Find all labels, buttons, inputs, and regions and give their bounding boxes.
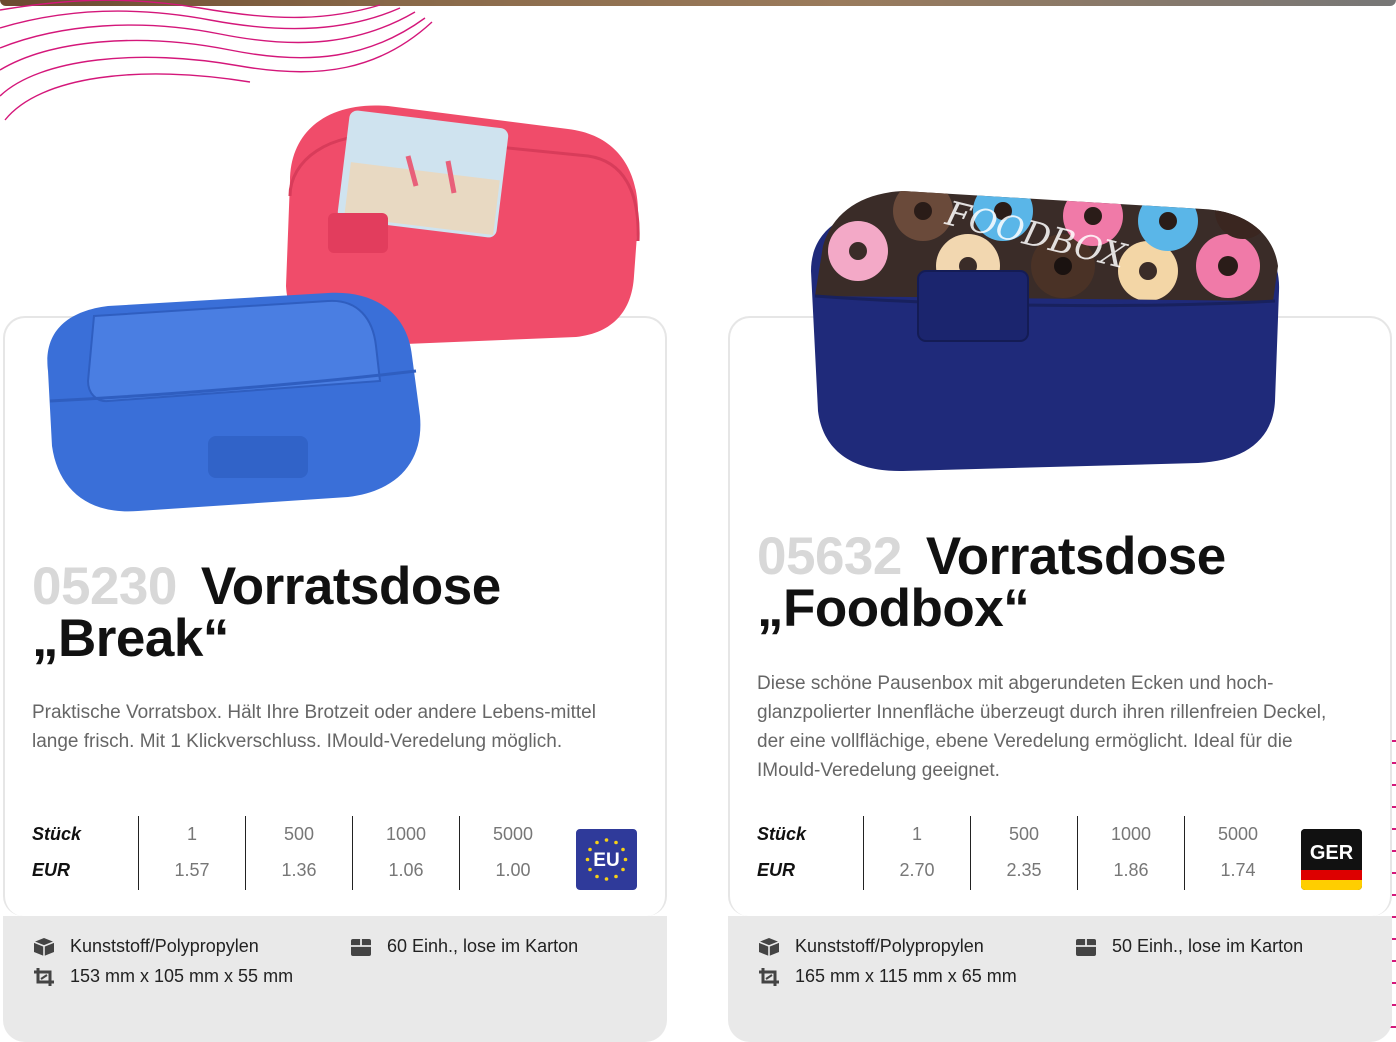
packaging-text: 60 Einh., lose im Karton xyxy=(387,936,579,956)
box-3d-icon xyxy=(757,937,781,957)
package-icon xyxy=(349,937,373,957)
product-image-foodbox: FOODBOX xyxy=(811,191,1280,472)
product-description: Diese schöne Pausenbox mit abgerundeten … xyxy=(757,673,1327,781)
price-column: 1 2.70 xyxy=(863,816,970,890)
price-column: 1000 1.06 xyxy=(352,816,459,890)
product-title: 05230 Vorratsdose „Break“ xyxy=(32,560,501,668)
quantity-value: 5000 xyxy=(1217,824,1259,844)
product-name-line2: „Break“ xyxy=(32,609,229,668)
material-text: Kunststoff/Polypropylen xyxy=(70,936,259,956)
product-card-05230: 05230 Vorratsdose „Break“ Praktische Vorr… xyxy=(3,105,667,1042)
price-column: 5000 1.74 xyxy=(1184,816,1291,890)
german-flag-icon: GER xyxy=(1301,829,1362,890)
product-title: 05632 Vorratsdose „Foodbox“ xyxy=(757,530,1226,638)
quantity-value: 500 xyxy=(1008,824,1040,844)
packaging-info: 50 Einh., lose im Karton xyxy=(1074,936,1303,957)
qty-label: Stück xyxy=(32,824,82,844)
qty-label: Stück xyxy=(757,824,807,844)
quantity-value: 5000 xyxy=(492,824,534,844)
dimensions-info: 165 mm x 115 mm x 65 mm xyxy=(757,966,1017,987)
quantity-value: 1000 xyxy=(385,824,427,844)
product-card-05632: FOODBOX 05632 Vorratsdose „Foodbox“ Diese… xyxy=(728,191,1392,1042)
price-value: 1.06 xyxy=(388,860,424,880)
price-value: 1.57 xyxy=(174,860,210,880)
dimensions-text: 165 mm x 115 mm x 65 mm xyxy=(795,966,1017,986)
product-number: 05632 xyxy=(757,527,902,586)
price-column: 1 1.57 xyxy=(138,816,245,890)
product-name-line1: Vorratsdose xyxy=(925,527,1226,586)
product-description: Praktische Vorratsbox. Hält Ihre Brotzei… xyxy=(32,702,596,752)
price-value: 1.86 xyxy=(1113,860,1149,880)
package-icon xyxy=(1074,937,1098,957)
price-value: 1.74 xyxy=(1220,860,1256,880)
packaging-info: 60 Einh., lose im Karton xyxy=(349,936,578,957)
product-name-line1: Vorratsdose xyxy=(200,557,501,616)
material-text: Kunststoff/Polypropylen xyxy=(795,936,984,956)
currency-label: EUR xyxy=(32,860,71,880)
price-value: 2.70 xyxy=(899,860,935,880)
product-number: 05230 xyxy=(32,557,177,616)
product-image-break xyxy=(47,105,640,512)
origin-badge-text: GER xyxy=(1310,842,1354,864)
material-info: Kunststoff/Polypropylen xyxy=(32,936,259,957)
price-column: 1000 1.86 xyxy=(1077,816,1184,890)
price-value: 2.35 xyxy=(1006,860,1042,880)
dimensions-text: 153 mm x 105 mm x 55 mm xyxy=(70,966,294,986)
currency-label: EUR xyxy=(757,860,796,880)
product-name-line2: „Foodbox“ xyxy=(757,579,1030,638)
origin-badge-text: EU xyxy=(593,850,619,871)
eu-flag-icon: EU xyxy=(576,829,637,890)
material-info: Kunststoff/Polypropylen xyxy=(757,936,984,957)
price-column: 5000 1.00 xyxy=(459,816,566,890)
price-column: 500 1.36 xyxy=(245,816,352,890)
crop-dimensions-icon xyxy=(32,967,56,987)
quantity-value: 1 xyxy=(911,824,922,844)
price-table: Stück EUR 1 2.70 500 2.35 1000 1.86 5000… xyxy=(757,816,1258,890)
packaging-text: 50 Einh., lose im Karton xyxy=(1112,936,1304,956)
crop-dimensions-icon xyxy=(757,967,781,987)
quantity-value: 1000 xyxy=(1110,824,1152,844)
price-value: 1.00 xyxy=(495,860,531,880)
quantity-value: 1 xyxy=(186,824,197,844)
box-3d-icon xyxy=(32,937,56,957)
price-column: 500 2.35 xyxy=(970,816,1077,890)
dimensions-info: 153 mm x 105 mm x 55 mm xyxy=(32,966,293,987)
price-value: 1.36 xyxy=(281,860,317,880)
quantity-value: 500 xyxy=(283,824,315,844)
price-table: Stück EUR 1 1.57 500 1.36 1000 1.06 5000… xyxy=(32,816,533,890)
